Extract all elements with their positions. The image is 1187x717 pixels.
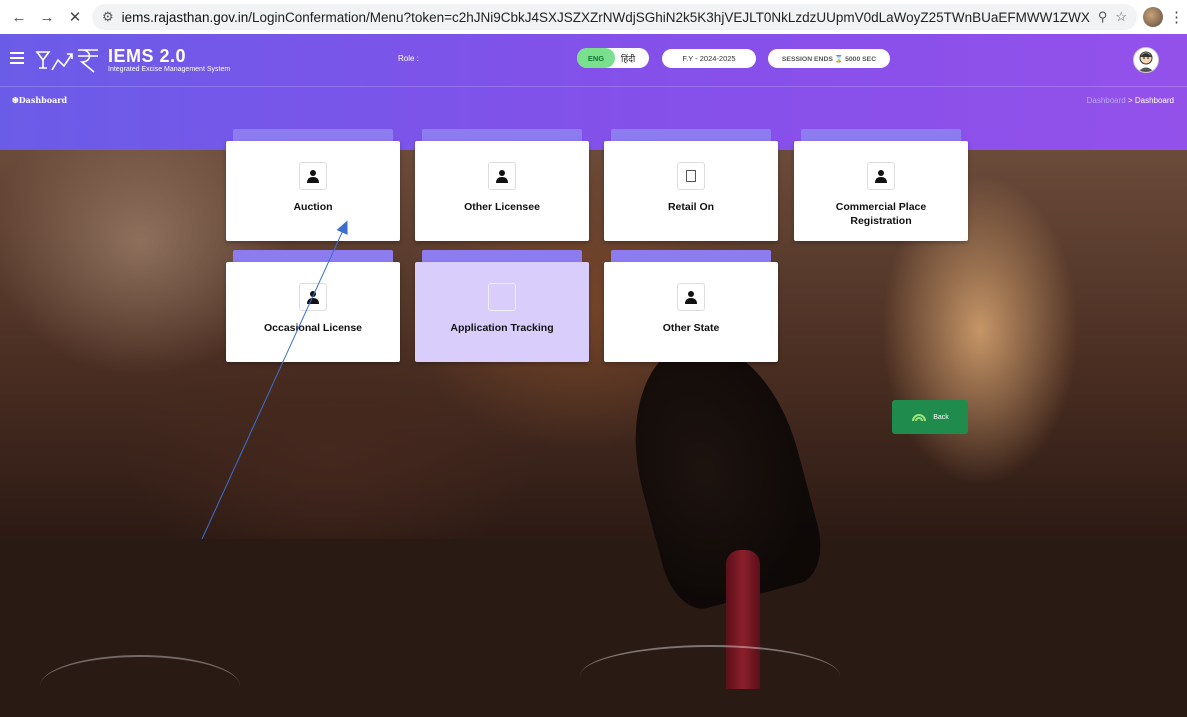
menu-card-occasional-license[interactable]: Occasional License (226, 262, 400, 362)
user-icon (677, 283, 705, 311)
glass-graphic-left (40, 655, 240, 717)
breadcrumb-separator: > (1125, 96, 1135, 105)
page-title: ❆Dashboard (12, 95, 68, 105)
card-label: Auction (293, 201, 333, 213)
lang-hindi-option[interactable]: हिंदी (621, 52, 635, 65)
app-header: IEMS 2.0 Integrated Excise Management Sy… (0, 34, 1187, 150)
logo-text: IEMS 2.0 Integrated Excise Management Sy… (108, 47, 230, 74)
menu-card-application-tracking[interactable]: Application Tracking (415, 262, 589, 362)
app-logo[interactable]: IEMS 2.0 Integrated Excise Management Sy… (34, 44, 230, 76)
user-icon (488, 162, 516, 190)
fiscal-year-badge[interactable]: F.Y - 2024-2025 (662, 49, 756, 68)
blank-square-icon (488, 283, 516, 311)
close-icon[interactable]: ✕ (64, 6, 86, 28)
forward-arrow-icon[interactable]: → (36, 6, 58, 28)
browser-toolbar: ← → ✕ ⚙ iems.rajasthan.gov.in/LoginConfe… (0, 0, 1187, 34)
user-avatar-icon[interactable] (1133, 47, 1159, 73)
session-timer-badge: SESSION ENDS ⌛ 5000 SEC (768, 49, 890, 68)
logo-subtitle: Integrated Excise Management System (108, 65, 231, 73)
profile-avatar-icon[interactable] (1143, 7, 1163, 27)
more-menu-icon[interactable]: ⋮ (1169, 8, 1184, 26)
hamburger-menu-icon[interactable] (10, 52, 24, 67)
back-button[interactable]: Back (892, 400, 968, 434)
menu-card-other-licensee[interactable]: Other Licensee (415, 141, 589, 241)
card-label: Retail On (667, 201, 715, 213)
user-icon (299, 283, 327, 311)
card-label: Occasional License (263, 322, 363, 334)
glass-graphic (580, 645, 840, 707)
breadcrumb-current: Dashboard (1134, 96, 1174, 105)
site-settings-icon[interactable]: ⚙ (102, 9, 114, 25)
bottle-graphic (609, 323, 831, 617)
blank-square-icon (677, 162, 705, 190)
bookmark-star-icon[interactable]: ☆ (1115, 9, 1127, 25)
background-image (0, 150, 1187, 689)
breadcrumb-home[interactable]: Dashboard (1087, 96, 1126, 105)
logo-title: IEMS 2.0 (108, 45, 187, 66)
menu-card-auction[interactable]: Auction (226, 141, 400, 241)
url-text: iems.rajasthan.gov.in/LoginConfermation/… (121, 9, 1090, 25)
address-bar[interactable]: ⚙ iems.rajasthan.gov.in/LoginConfermatio… (92, 4, 1137, 30)
back-icon (912, 414, 927, 422)
card-label: Other State (662, 322, 720, 334)
menu-card-commercial-place-registration[interactable]: Commercial Place Registration (794, 141, 968, 241)
lang-eng-option[interactable]: ENG (577, 48, 615, 68)
breadcrumb: Dashboard > Dashboard (1087, 96, 1174, 105)
card-label: Application Tracking (450, 322, 554, 334)
language-toggle[interactable]: ENG हिंदी (577, 48, 649, 68)
user-icon (299, 162, 327, 190)
card-label: Commercial Place Registration (835, 201, 927, 227)
card-label: Other Licensee (464, 201, 540, 213)
excise-logo-icon (35, 49, 98, 73)
back-button-label: Back (933, 413, 949, 421)
menu-card-other-state[interactable]: Other State (604, 262, 778, 362)
menu-card-retail-on[interactable]: Retail On (604, 141, 778, 241)
zoom-icon[interactable]: ⚲ (1098, 9, 1108, 25)
user-icon (867, 162, 895, 190)
header-top-row: IEMS 2.0 Integrated Excise Management Sy… (0, 34, 1187, 87)
role-label: Role : (398, 54, 419, 63)
back-arrow-icon[interactable]: ← (8, 6, 30, 28)
